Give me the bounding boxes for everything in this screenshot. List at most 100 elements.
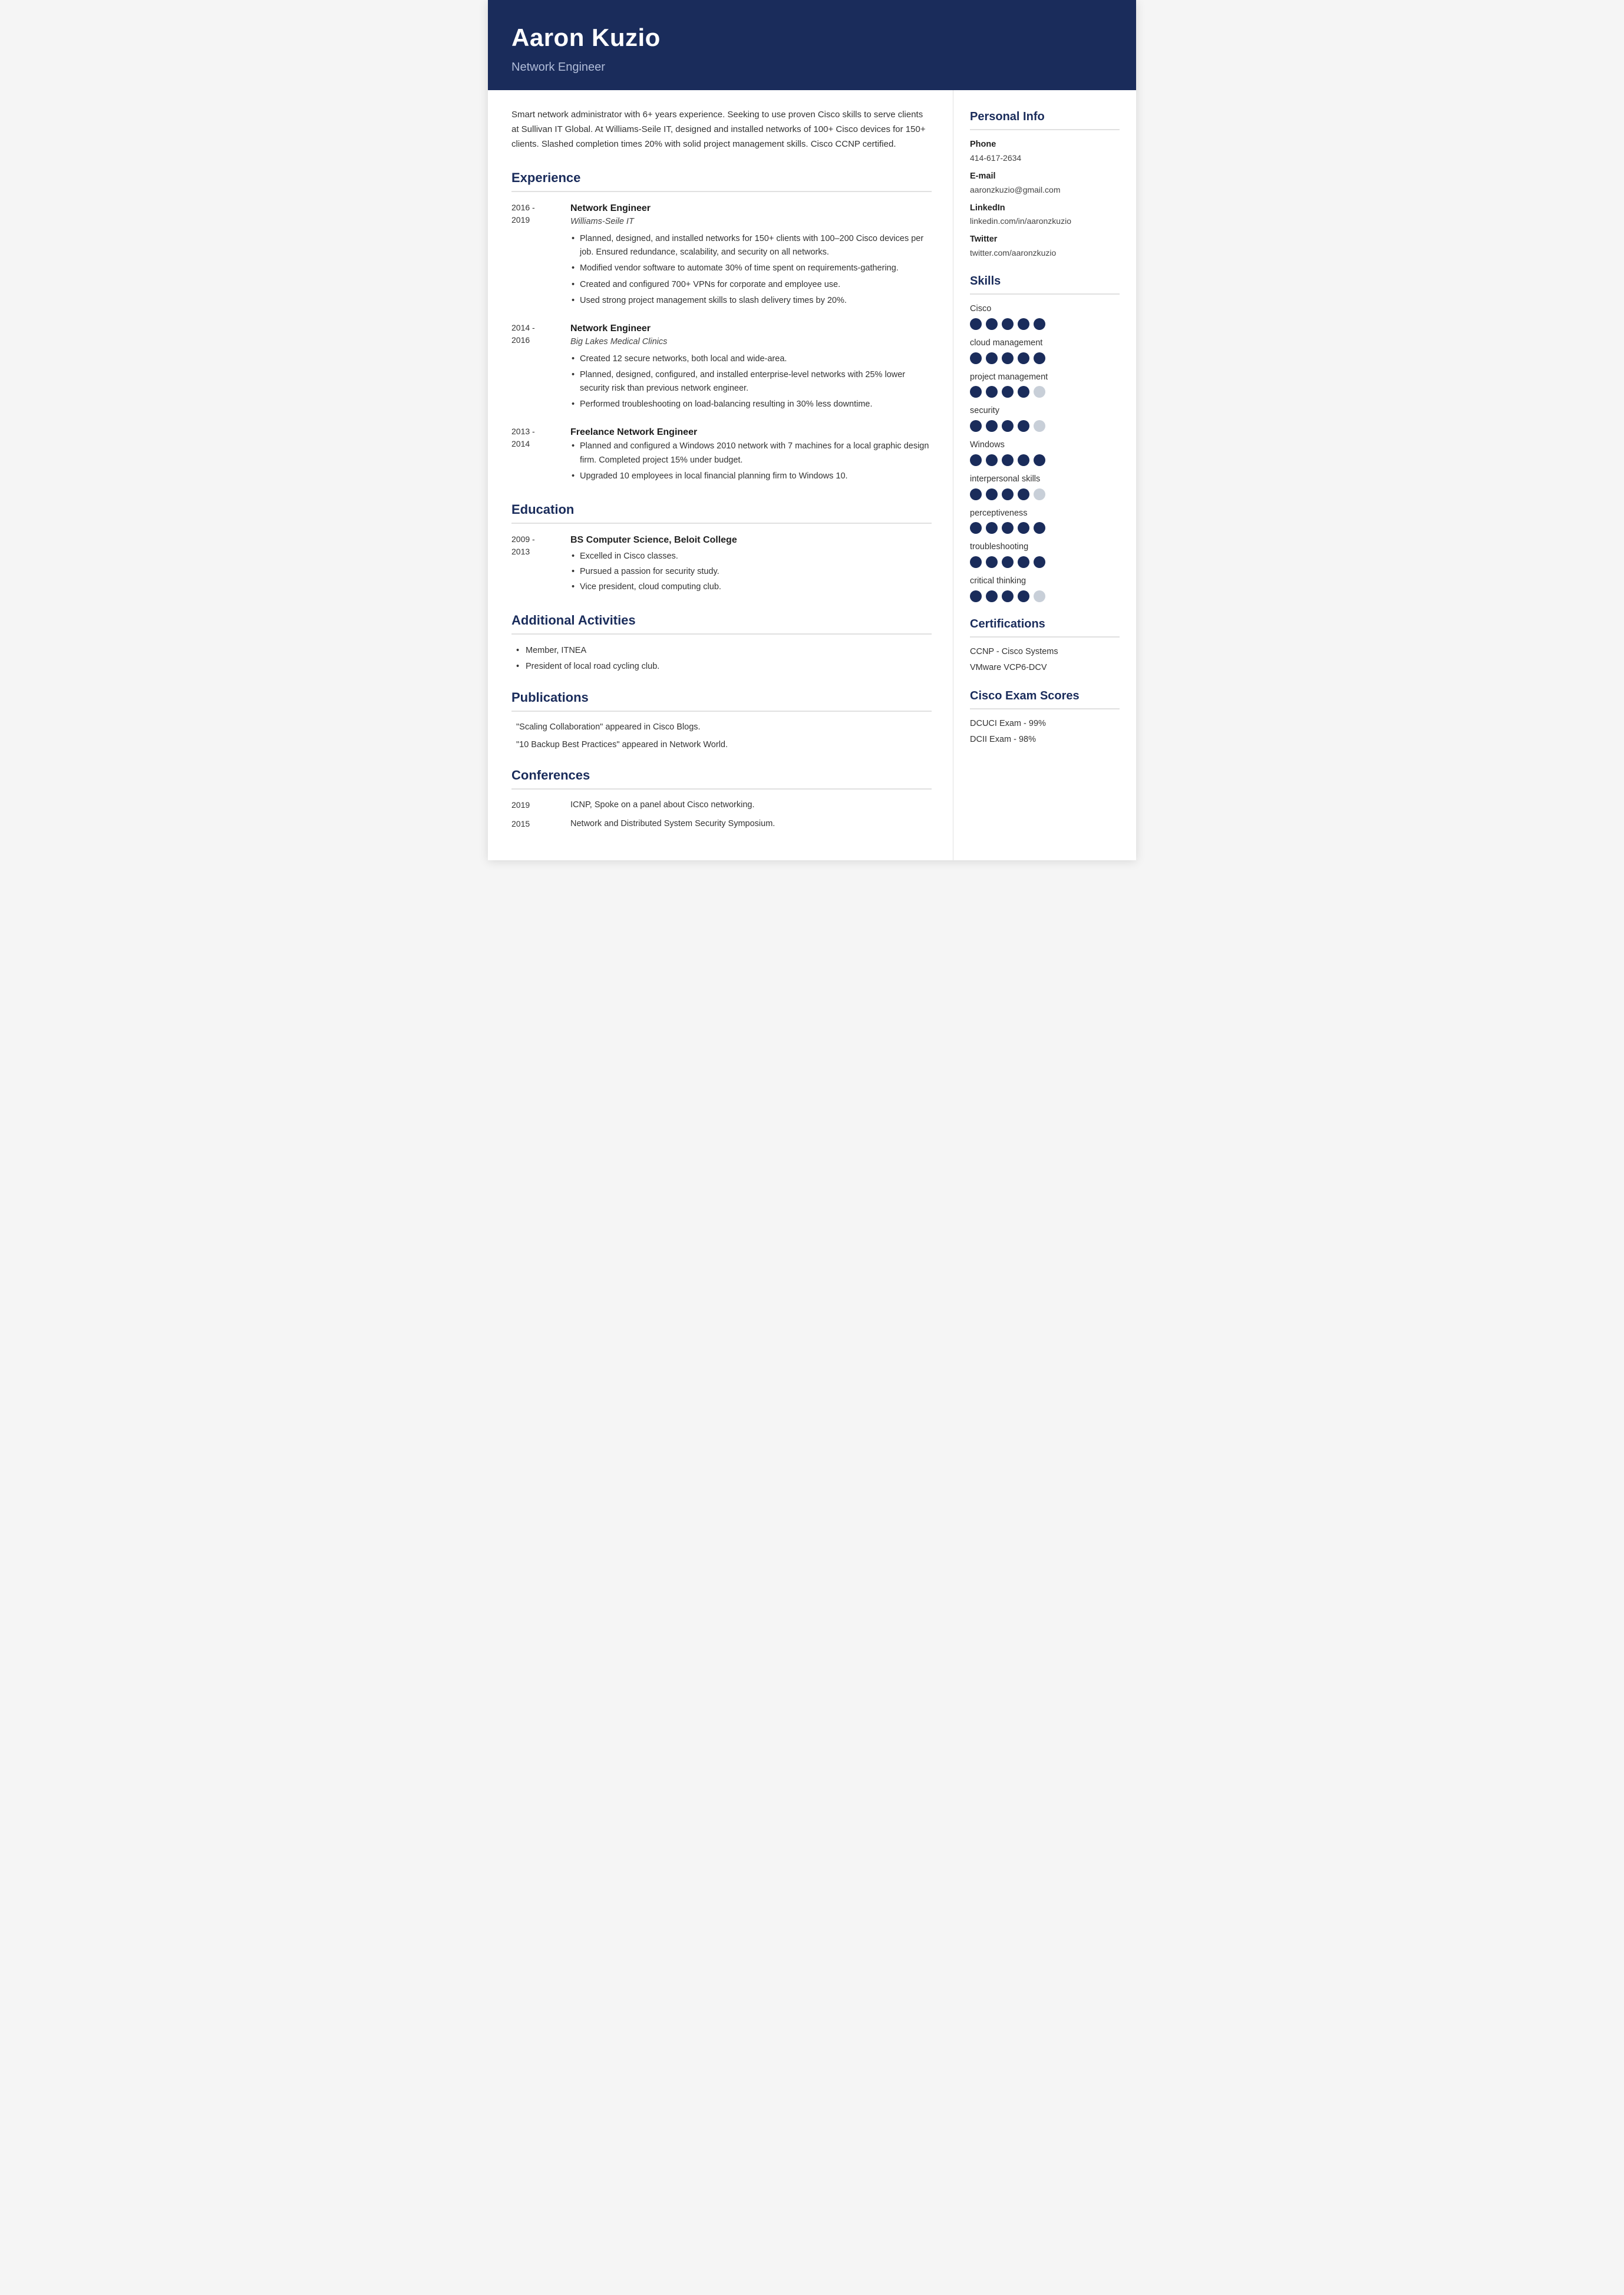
additional-bullets: Member, ITNEA President of local road cy… <box>511 644 932 673</box>
twitter-label: Twitter <box>970 233 1120 246</box>
exp-bullet-1-4: Used strong project management skills to… <box>570 294 932 308</box>
exp-bullet-1-1: Planned, designed, and installed network… <box>570 232 932 259</box>
edu-bullet-1-2: Pursued a passion for security study. <box>570 565 737 579</box>
exp-dates-1: 2016 - 2019 <box>511 202 570 310</box>
linkedin-value: linkedin.com/in/aaronzkuzio <box>970 215 1120 227</box>
experience-section-title: Experience <box>511 168 932 187</box>
skill-name-1: cloud management <box>970 337 1120 350</box>
skill-dot-filled <box>1018 556 1029 568</box>
edu-bullets-1: Excelled in Cisco classes. Pursued a pas… <box>570 550 737 595</box>
conferences-section-title: Conferences <box>511 765 932 785</box>
exp-bullets-3: Planned and configured a Windows 2010 ne… <box>570 440 932 483</box>
publication-1: "Scaling Collaboration" appeared in Cisc… <box>511 721 932 734</box>
exam-scores-divider <box>970 708 1120 709</box>
skill-dot-filled <box>1002 522 1014 534</box>
skill-dot-filled <box>970 420 982 432</box>
exp-bullet-1-3: Created and configured 700+ VPNs for cor… <box>570 278 932 292</box>
skill-row-3: security <box>970 405 1120 432</box>
exp-bullets-2: Created 12 secure networks, both local a… <box>570 352 932 412</box>
resume-wrapper: Aaron Kuzio Network Engineer Smart netwo… <box>488 0 1136 860</box>
exp-bullet-1-2: Modified vendor software to automate 30%… <box>570 262 932 275</box>
exp-company-1: Williams-Seile IT <box>570 216 932 229</box>
skill-dot-filled <box>986 386 998 398</box>
linkedin-label: LinkedIn <box>970 202 1120 215</box>
skill-row-5: interpersonal skills <box>970 473 1120 500</box>
skill-dot-filled <box>970 318 982 330</box>
additional-section-title: Additional Activities <box>511 610 932 630</box>
candidate-name: Aaron Kuzio <box>511 19 1113 56</box>
conf-year-1: 2019 <box>511 799 570 812</box>
skill-dot-filled <box>1034 454 1045 466</box>
email-value: aaronzkuzio@gmail.com <box>970 184 1120 196</box>
skill-name-2: project management <box>970 371 1120 384</box>
skill-dot-filled <box>1034 522 1045 534</box>
skill-name-3: security <box>970 405 1120 418</box>
conf-year-2: 2015 <box>511 818 570 831</box>
exam-scores-container: DCUCI Exam - 99%DCII Exam - 98% <box>970 718 1120 747</box>
experience-entry-2: 2014 - 2016 Network Engineer Big Lakes M… <box>511 322 932 414</box>
phone-value: 414-617-2634 <box>970 152 1120 164</box>
exam-item-1: DCII Exam - 98% <box>970 734 1120 747</box>
skill-dot-filled <box>1018 522 1029 534</box>
skill-dots-8 <box>970 590 1120 602</box>
skill-dot-filled <box>970 488 982 500</box>
skill-dot-filled <box>1018 454 1029 466</box>
phone-label: Phone <box>970 138 1120 151</box>
skill-dots-5 <box>970 488 1120 500</box>
edu-bullet-1-1: Excelled in Cisco classes. <box>570 550 737 563</box>
main-layout: Smart network administrator with 6+ year… <box>488 90 1136 860</box>
edu-content-1: BS Computer Science, Beloit College Exce… <box>570 533 737 596</box>
skill-dot-filled <box>986 522 998 534</box>
skill-dot-filled <box>970 352 982 364</box>
summary-text: Smart network administrator with 6+ year… <box>511 108 932 151</box>
skill-dot-filled <box>986 454 998 466</box>
skill-dots-3 <box>970 420 1120 432</box>
edu-dates-1: 2009 - 2013 <box>511 533 570 596</box>
skill-dot-filled <box>1002 318 1014 330</box>
experience-divider <box>511 191 932 192</box>
left-column: Smart network administrator with 6+ year… <box>488 90 953 860</box>
skill-dot-filled <box>970 454 982 466</box>
edu-bullet-1-3: Vice president, cloud computing club. <box>570 580 737 594</box>
conf-desc-1: ICNP, Spoke on a panel about Cisco netwo… <box>570 799 932 812</box>
skills-divider <box>970 293 1120 295</box>
email-label: E-mail <box>970 170 1120 183</box>
skill-dots-4 <box>970 454 1120 466</box>
skill-dot-filled <box>1018 420 1029 432</box>
skill-dots-6 <box>970 522 1120 534</box>
skill-dots-2 <box>970 386 1120 398</box>
skill-dot-filled <box>970 386 982 398</box>
skill-dot-filled <box>986 420 998 432</box>
skill-dot-filled <box>1002 454 1014 466</box>
exp-bullet-2-2: Planned, designed, configured, and insta… <box>570 368 932 395</box>
skill-name-7: troubleshooting <box>970 541 1120 554</box>
skill-dots-1 <box>970 352 1120 364</box>
skill-row-4: Windows <box>970 439 1120 466</box>
additional-divider <box>511 633 932 635</box>
exp-dates-2: 2014 - 2016 <box>511 322 570 414</box>
publications-divider <box>511 711 932 712</box>
skill-dot-filled <box>1018 590 1029 602</box>
skill-row-0: Cisco <box>970 303 1120 330</box>
right-column: Personal Info Phone 414-617-2634 E-mail … <box>953 90 1136 773</box>
skill-dot-filled <box>1034 318 1045 330</box>
certifications-title: Certifications <box>970 615 1120 633</box>
experience-entry-1: 2016 - 2019 Network Engineer Williams-Se… <box>511 202 932 310</box>
skill-dot-filled <box>970 522 982 534</box>
skill-dot-filled <box>1034 556 1045 568</box>
education-divider <box>511 523 932 524</box>
resume-header: Aaron Kuzio Network Engineer <box>488 0 1136 90</box>
skill-name-0: Cisco <box>970 303 1120 316</box>
skill-name-8: critical thinking <box>970 575 1120 588</box>
exp-title-2: Network Engineer <box>570 322 932 336</box>
exp-content-3: Freelance Network Engineer Planned and c… <box>570 425 932 486</box>
exam-scores-title: Cisco Exam Scores <box>970 687 1120 705</box>
skill-dot-filled <box>970 590 982 602</box>
skill-dot-filled <box>1002 488 1014 500</box>
skills-container: Cisco cloud management project management s… <box>970 303 1120 602</box>
exp-company-2: Big Lakes Medical Clinics <box>570 336 932 349</box>
exp-content-2: Network Engineer Big Lakes Medical Clini… <box>570 322 932 414</box>
skill-dot-filled <box>1002 420 1014 432</box>
skill-dot-empty <box>1034 488 1045 500</box>
cert-item-0: CCNP - Cisco Systems <box>970 646 1120 659</box>
